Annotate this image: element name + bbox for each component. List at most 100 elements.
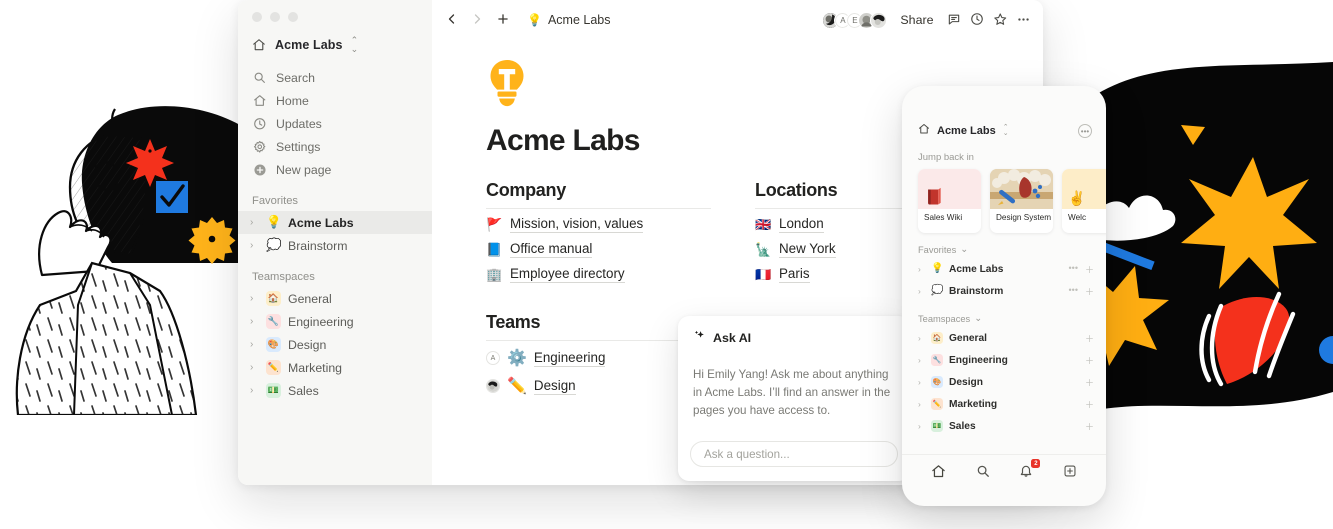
mobile-teamspaces-label[interactable]: Teamspaces ⌄: [902, 302, 1106, 327]
page-link-label[interactable]: Paris: [779, 266, 810, 283]
mobile-favorites-label[interactable]: Favorites ⌄: [902, 233, 1106, 258]
tab-new-page[interactable]: [1063, 464, 1077, 483]
more-horizontal-icon[interactable]: [1016, 12, 1031, 29]
workspace-switcher[interactable]: Acme Labs ⌃ ⌄: [238, 22, 432, 60]
breadcrumb[interactable]: 💡 Acme Labs: [527, 13, 610, 27]
chevron-right-icon[interactable]: ›: [918, 264, 925, 274]
page-icon-lightbulb[interactable]: [486, 58, 528, 110]
sidebar-item-new-page[interactable]: New page: [238, 158, 432, 181]
team-link-label[interactable]: Engineering: [533, 350, 606, 367]
mobile-item-design[interactable]: › 🎨 Design ＋: [902, 371, 1106, 393]
card-welcome[interactable]: ✌️ Welc: [1062, 169, 1106, 233]
chevron-left-icon[interactable]: [446, 13, 458, 28]
mobile-item-marketing[interactable]: › ✏️ Marketing ＋: [902, 393, 1106, 415]
card-cover: ✌️: [1062, 169, 1106, 209]
closed-book-icon: [928, 187, 941, 205]
sidebar-item-engineering[interactable]: › 🔧 Engineering: [238, 310, 432, 333]
mobile-workspace-switcher[interactable]: Acme Labs ⌃ ⌄ •••: [902, 86, 1106, 140]
plus-icon[interactable]: ＋: [1085, 285, 1094, 298]
chevron-right-icon[interactable]: ›: [918, 355, 925, 365]
page-link-label[interactable]: London: [779, 216, 824, 233]
flag-france-icon: 🇫🇷: [755, 267, 772, 282]
jump-back-in-label: Jump back in: [918, 152, 974, 163]
sidebar-item-general[interactable]: › 🏠 General: [238, 287, 432, 310]
chevron-right-icon[interactable]: ›: [918, 399, 925, 409]
mobile-item-engineering[interactable]: › 🔧 Engineering ＋: [902, 349, 1106, 371]
chevron-right-icon[interactable]: ›: [250, 362, 259, 373]
page-link[interactable]: 🏢 Employee directory: [486, 259, 711, 284]
chevron-right-icon[interactable]: ›: [918, 286, 925, 296]
sidebar-item-sales[interactable]: › 💵 Sales: [238, 379, 432, 402]
page-link[interactable]: 🚩 Mission, vision, values: [486, 209, 711, 234]
teamspace-icon: 🎨: [931, 376, 943, 388]
page-link-label[interactable]: Employee directory: [510, 266, 625, 283]
collaborator-avatars[interactable]: A E: [822, 11, 888, 29]
maximize-button[interactable]: [288, 12, 298, 22]
chevron-right-icon[interactable]: ›: [250, 293, 259, 304]
mobile-item-label: Marketing: [949, 398, 998, 410]
window-traffic-lights[interactable]: [238, 0, 432, 22]
page-link-label[interactable]: New York: [779, 241, 836, 258]
mobile-item-brainstorm[interactable]: › 💭 Brainstorm ••• ＋: [902, 280, 1106, 302]
card-cover: [990, 169, 1053, 209]
plus-icon[interactable]: ＋: [1085, 420, 1094, 433]
mobile-item-acme-labs[interactable]: › 💡 Acme Labs ••• ＋: [902, 258, 1106, 280]
more-horizontal-icon[interactable]: •••: [1069, 263, 1078, 276]
sidebar-item-search[interactable]: Search: [238, 66, 432, 89]
teamspace-icon: 💵: [266, 383, 281, 398]
sidebar-item-label: Acme Labs: [288, 215, 354, 230]
sidebar-item-updates[interactable]: Updates: [238, 112, 432, 135]
tab-notifications[interactable]: 2: [1019, 459, 1041, 483]
ask-ai-greeting: Hi Emily Yang! Ask me about anything in …: [693, 368, 891, 417]
teamspace-icon: 🎨: [266, 337, 281, 352]
chevron-right-icon[interactable]: ›: [250, 240, 259, 251]
plus-icon[interactable]: ＋: [1085, 376, 1094, 389]
teamspace-icon: 🏠: [931, 332, 943, 344]
star-icon[interactable]: [993, 12, 1008, 29]
clock-icon[interactable]: [970, 12, 984, 28]
sidebar-item-label: Updates: [276, 116, 322, 131]
card-sales-wiki[interactable]: Sales Wiki: [918, 169, 981, 233]
page-link[interactable]: 📘 Office manual: [486, 234, 711, 259]
tab-home[interactable]: [931, 464, 946, 484]
chevron-right-icon[interactable]: ›: [250, 316, 259, 327]
plus-icon[interactable]: [496, 12, 510, 29]
sidebar-item-brainstorm[interactable]: › 💭 Brainstorm: [238, 234, 432, 257]
plus-icon[interactable]: ＋: [1085, 354, 1094, 367]
chevron-right-icon[interactable]: ›: [250, 217, 259, 228]
sidebar-item-acme-labs[interactable]: › 💡 Acme Labs: [238, 211, 432, 234]
chevron-right-icon[interactable]: ›: [918, 421, 925, 431]
chevron-right-icon[interactable]: [471, 13, 483, 28]
more-horizontal-icon[interactable]: •••: [1069, 285, 1078, 298]
mobile-item-sales[interactable]: › 💵 Sales ＋: [902, 415, 1106, 437]
plus-icon[interactable]: ＋: [1085, 263, 1094, 276]
minimize-button[interactable]: [270, 12, 280, 22]
chevron-right-icon[interactable]: ›: [250, 385, 259, 396]
more-circle-icon[interactable]: •••: [1078, 124, 1092, 138]
page-link-label[interactable]: Mission, vision, values: [510, 216, 644, 233]
plus-icon[interactable]: ＋: [1085, 398, 1094, 411]
sidebar-item-home[interactable]: Home: [238, 89, 432, 112]
mobile-item-label: General: [949, 332, 987, 344]
home-icon: [918, 122, 930, 140]
sidebar-item-design[interactable]: › 🎨 Design: [238, 333, 432, 356]
sidebar-item-settings[interactable]: Settings: [238, 135, 432, 158]
chevron-right-icon[interactable]: ›: [250, 339, 259, 350]
gear-icon: ⚙️: [507, 350, 527, 367]
avatar[interactable]: [870, 11, 888, 29]
plus-icon[interactable]: ＋: [1085, 332, 1094, 345]
chevron-right-icon[interactable]: ›: [918, 333, 925, 343]
comment-icon[interactable]: [947, 12, 961, 28]
tab-search[interactable]: [976, 464, 990, 483]
mobile-item-general[interactable]: › 🏠 General ＋: [902, 327, 1106, 349]
card-label: Welc: [1068, 213, 1087, 222]
card-design-system[interactable]: Design System: [990, 169, 1053, 233]
ask-ai-input[interactable]: Ask a question...: [690, 441, 898, 467]
page-link-label[interactable]: Office manual: [510, 241, 593, 258]
teamspace-icon: ✏️: [266, 360, 281, 375]
share-button[interactable]: Share: [896, 11, 937, 29]
team-link-label[interactable]: Design: [533, 378, 576, 395]
sidebar-item-marketing[interactable]: › ✏️ Marketing: [238, 356, 432, 379]
chevron-right-icon[interactable]: ›: [918, 377, 925, 387]
close-button[interactable]: [252, 12, 262, 22]
